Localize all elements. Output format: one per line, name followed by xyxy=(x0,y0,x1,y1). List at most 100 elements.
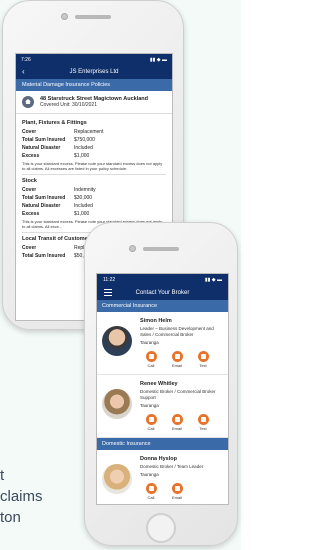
status-bar: 7:26 ▮▮ ◆ ▬ xyxy=(16,54,172,65)
divider xyxy=(22,174,166,175)
detail-row: Total Sum Insured $750,000 xyxy=(22,136,166,144)
mail-icon xyxy=(171,414,183,425)
avatar xyxy=(102,326,132,356)
detail-row: Natural Disaster Included xyxy=(22,202,166,210)
background-text-line: claims xyxy=(0,488,43,505)
phone-icon xyxy=(145,483,157,494)
broker-card: Donna Hyslop Domestic Broker / Team Lead… xyxy=(97,450,228,504)
action-label: Call xyxy=(147,495,155,500)
contact-actions: Call Email Text xyxy=(140,351,223,368)
speaker-grille xyxy=(75,15,111,19)
detail-value: $1,000 xyxy=(74,211,90,217)
section-title: Stock xyxy=(22,178,37,184)
contact-actions: Call Email Text xyxy=(140,414,223,431)
camera-icon xyxy=(129,245,136,252)
text-button[interactable]: Text xyxy=(192,351,214,368)
status-icons: ▮▮ ◆ ▬ xyxy=(204,277,222,283)
detail-key: Excess xyxy=(22,153,40,159)
home-button[interactable] xyxy=(146,513,176,543)
contact-actions: Call Email xyxy=(140,483,203,500)
background-text-line: ton xyxy=(0,509,21,526)
avatar xyxy=(102,464,132,494)
detail-value: $750,000 xyxy=(74,137,95,143)
broker-role: Leader – Business Development and Sales … xyxy=(140,326,214,337)
house-icon xyxy=(22,96,34,108)
phone-screen-broker: 11:22 ▮▮ ◆ ▬ Contact Your Broker Commerc… xyxy=(96,273,229,505)
broker-location: Tauranga xyxy=(140,403,159,408)
address-row[interactable]: 48 Starstruck Street Magictown Auckland … xyxy=(16,91,172,114)
category-header: Commercial Insurance xyxy=(97,300,228,312)
detail-key: Total Sum Insured xyxy=(22,195,66,201)
phone-frame-broker: 11:22 ▮▮ ◆ ▬ Contact Your Broker Commerc… xyxy=(84,222,238,546)
detail-row: Total Sum Insured $30,000 xyxy=(22,194,166,202)
broker-location: Tauranga xyxy=(140,340,159,345)
detail-key: Natural Disaster xyxy=(22,145,61,151)
app-title: JS Enterprises Ltd xyxy=(69,69,119,75)
excess-note: This is your standard excess. Please not… xyxy=(22,161,163,171)
phone-icon xyxy=(145,351,157,362)
mail-icon xyxy=(171,483,183,494)
detail-row: Natural Disaster Included xyxy=(22,144,166,152)
broker-card: Renee Whitley Domestic Broker / Commerci… xyxy=(97,375,228,438)
action-label: Email xyxy=(171,495,182,500)
detail-key: Excess xyxy=(22,211,40,217)
chat-icon xyxy=(197,351,209,362)
background-text-line: t xyxy=(0,467,5,484)
broker-name: Simon Helm xyxy=(140,318,172,324)
detail-row: Cover Indemnity xyxy=(22,186,166,194)
broker-role: Domestic Broker / Team Leader xyxy=(140,464,204,469)
app-bar: ‹ JS Enterprises Ltd xyxy=(16,65,172,79)
action-label: Text xyxy=(199,363,207,368)
detail-value: $1,000 xyxy=(74,153,90,159)
detail-value: Included xyxy=(74,203,93,209)
action-label: Call xyxy=(147,426,155,431)
covered-unit-text: Covered Unit: 30/10/2021 xyxy=(40,102,97,108)
detail-key: Total Sum Insured xyxy=(22,253,66,259)
phone-icon xyxy=(145,414,157,425)
detail-key: Total Sum Insured xyxy=(22,137,66,143)
avatar xyxy=(102,389,132,419)
detail-value: Indemnity xyxy=(74,187,96,193)
broker-name: Renee Whitley xyxy=(140,381,178,387)
detail-key: Natural Disaster xyxy=(22,203,61,209)
detail-key: Cover xyxy=(22,187,37,193)
status-icons: ▮▮ ◆ ▬ xyxy=(149,57,167,63)
call-button[interactable]: Call xyxy=(140,414,162,431)
status-time: 7:26 xyxy=(21,57,31,63)
detail-value: Included xyxy=(74,145,93,151)
section-header: Material Damage Insurance Policies xyxy=(16,79,172,91)
app-title: Contact Your Broker xyxy=(135,290,190,296)
detail-key: Cover xyxy=(22,245,37,251)
section-title: Plant, Fixtures & Fittings xyxy=(22,120,87,126)
broker-card: Simon Helm Leader – Business Development… xyxy=(97,312,228,375)
detail-row: Excess $1,000 xyxy=(22,210,166,218)
detail-value: Replacement xyxy=(74,129,104,135)
broker-role: Domestic Broker / Commercial Broker Supp… xyxy=(140,389,216,400)
text-button[interactable]: Text xyxy=(192,414,214,431)
detail-row: Cover Replacement xyxy=(22,128,166,136)
call-button[interactable]: Call xyxy=(140,483,162,500)
back-arrow-icon[interactable]: ‹ xyxy=(22,67,25,76)
chat-icon xyxy=(197,414,209,425)
call-button[interactable]: Call xyxy=(140,351,162,368)
action-label: Email xyxy=(171,426,182,431)
app-bar: Contact Your Broker xyxy=(97,286,228,300)
email-button[interactable]: Email xyxy=(166,414,188,431)
detail-value: $30,000 xyxy=(74,195,93,201)
broker-location: Tauranga xyxy=(140,472,159,477)
email-button[interactable]: Email xyxy=(166,351,188,368)
action-label: Call xyxy=(147,363,155,368)
action-label: Email xyxy=(171,363,182,368)
hamburger-menu-icon[interactable] xyxy=(104,289,112,296)
status-time: 11:22 xyxy=(103,277,116,283)
status-bar: 11:22 ▮▮ ◆ ▬ xyxy=(97,274,228,286)
camera-icon xyxy=(61,13,68,20)
detail-key: Cover xyxy=(22,129,37,135)
detail-row: Excess $1,000 xyxy=(22,152,166,160)
speaker-grille xyxy=(143,247,179,251)
mail-icon xyxy=(171,351,183,362)
email-button[interactable]: Email xyxy=(166,483,188,500)
category-header: Domestic Insurance xyxy=(97,438,228,450)
action-label: Text xyxy=(199,426,207,431)
broker-name: Donna Hyslop xyxy=(140,456,177,462)
